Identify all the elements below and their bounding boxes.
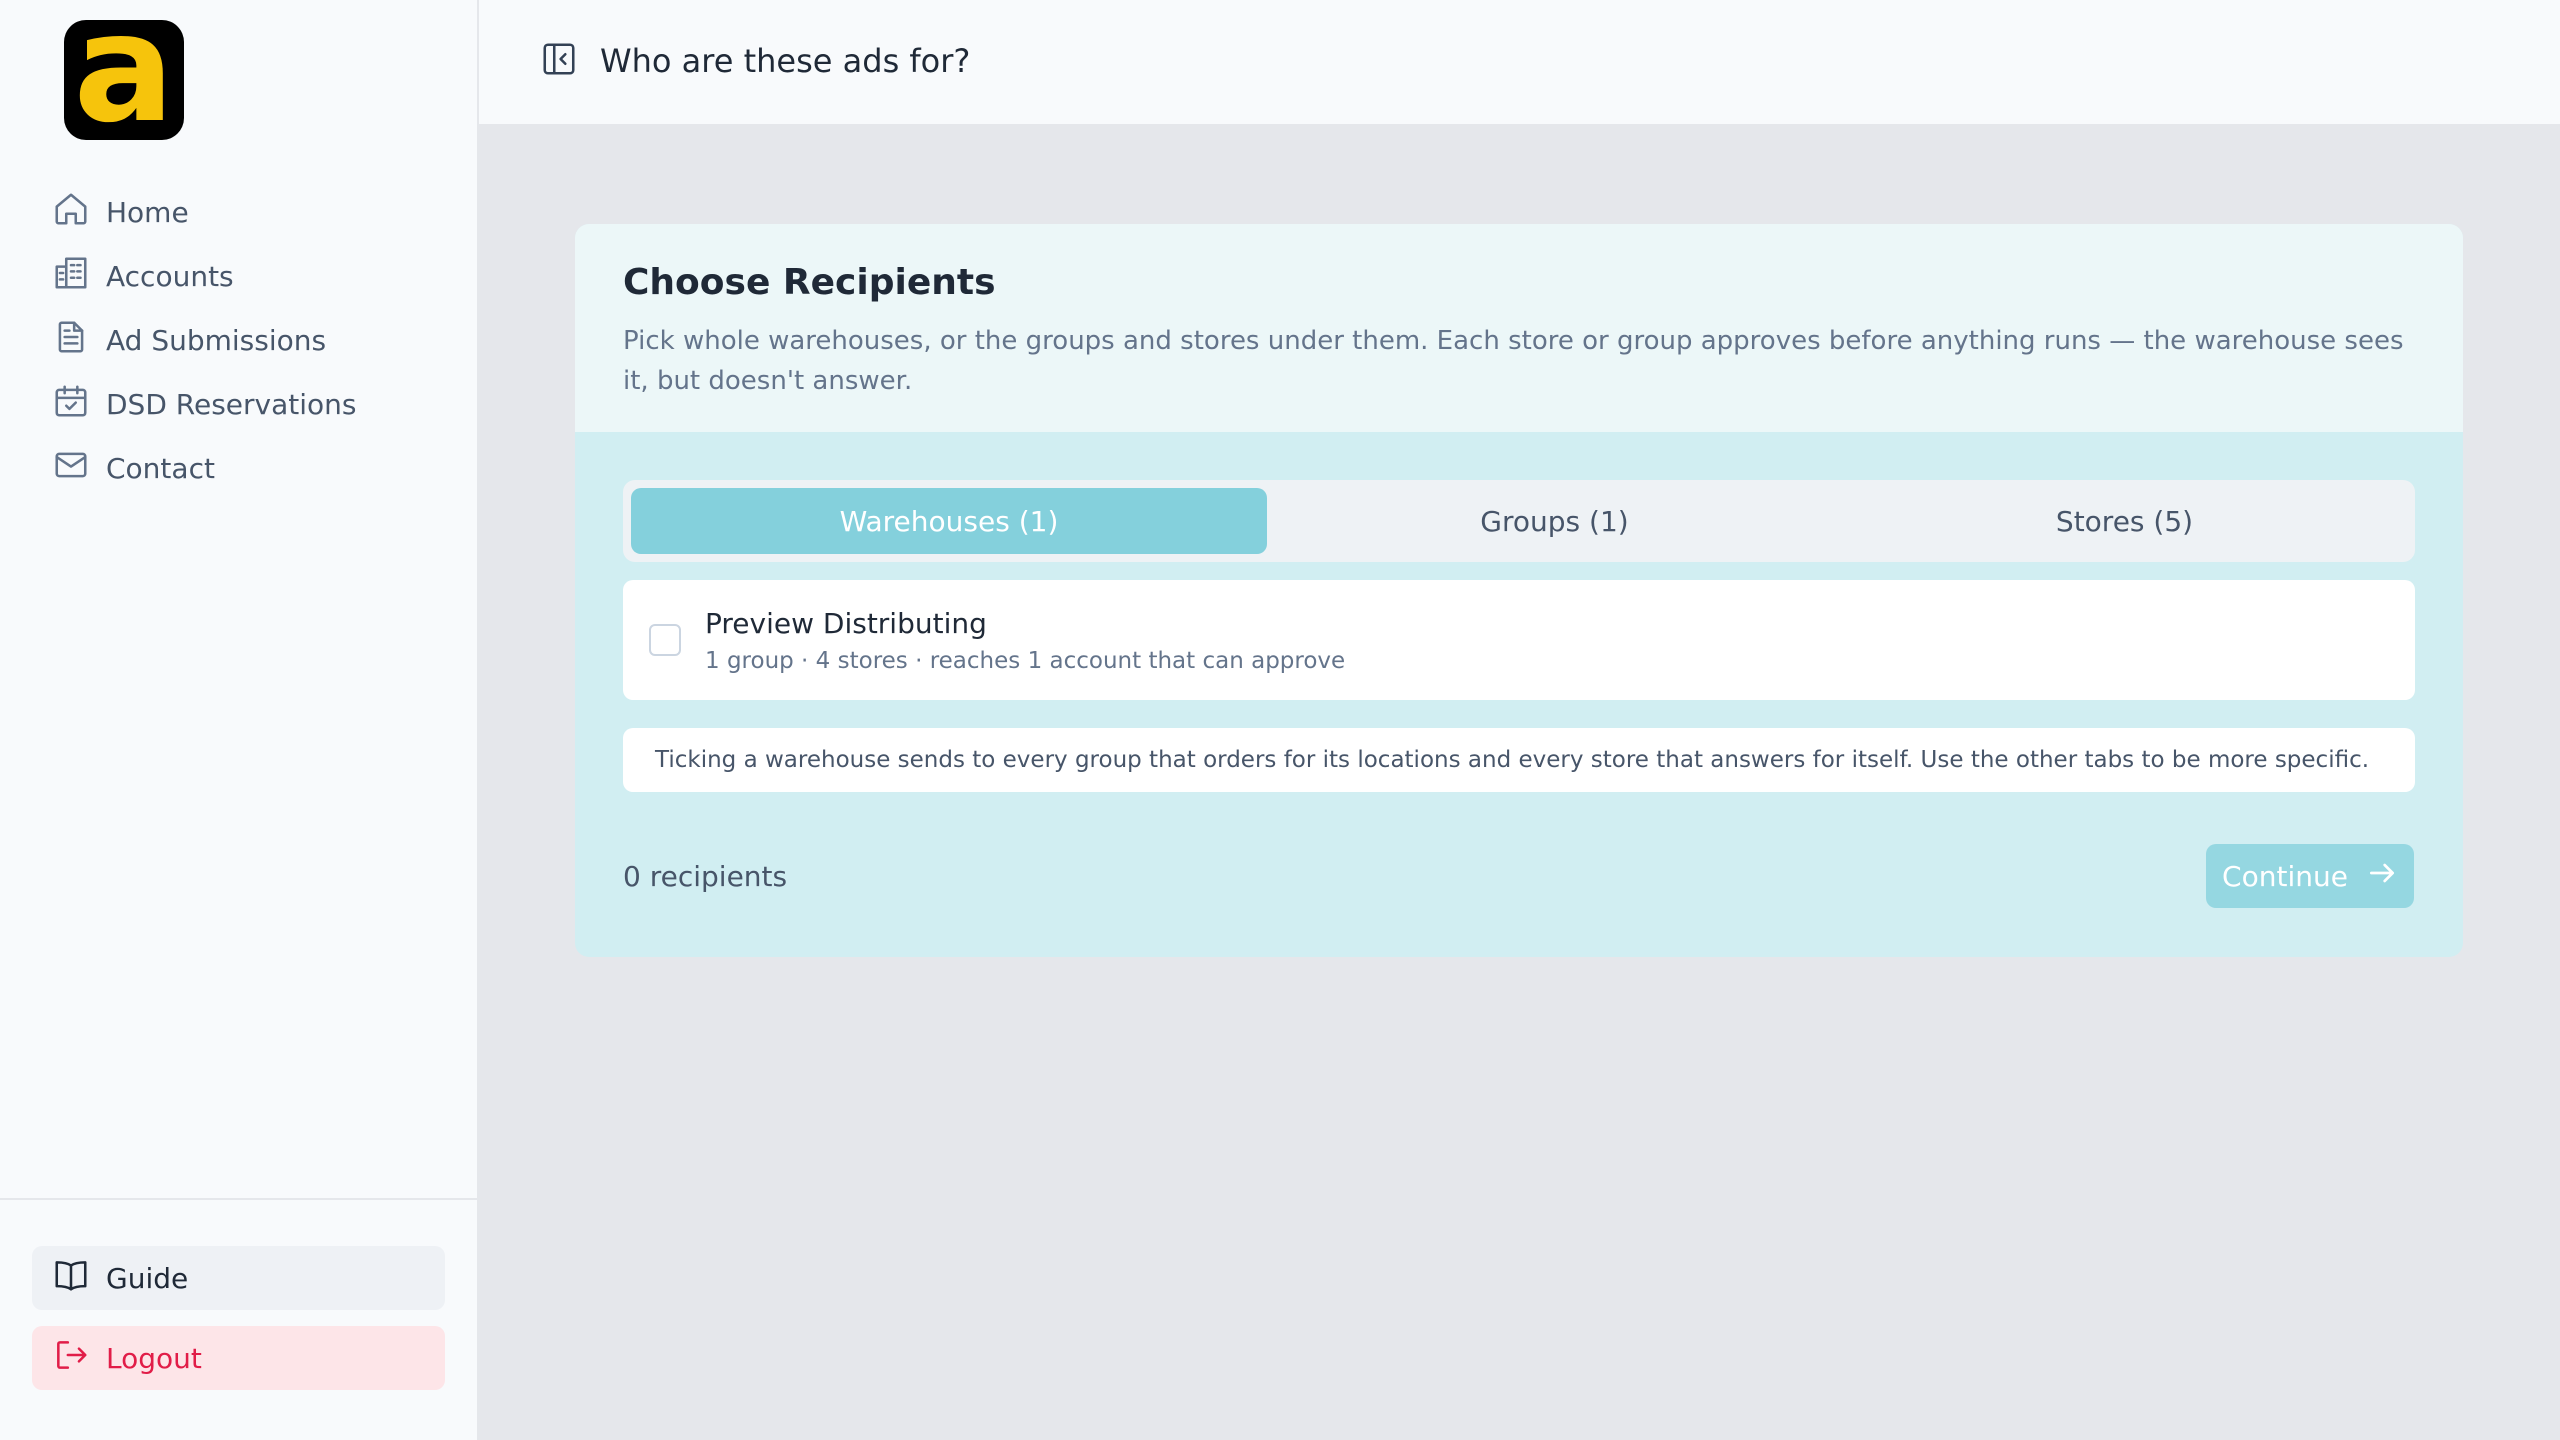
page-title: Who are these ads for? [600, 42, 971, 80]
logout-label: Logout [106, 1341, 202, 1375]
warehouse-meta: 1 group · 4 stores · reaches 1 account t… [705, 647, 1346, 674]
sidebar-item-label: Contact [106, 451, 215, 485]
building-icon [52, 254, 90, 299]
sidebar-toggle-icon[interactable] [540, 40, 578, 82]
sidebar-item-label: Home [106, 195, 189, 229]
calendar-check-icon [52, 382, 90, 427]
recipient-count: 0 recipients [623, 860, 788, 893]
list-item[interactable]: Preview Distributing 1 group · 4 stores … [623, 580, 2415, 700]
sidebar-footer: Guide Logout [0, 1198, 477, 1440]
info-note: Ticking a warehouse sends to every group… [623, 728, 2415, 792]
home-icon [52, 190, 90, 235]
arrow-right-icon [2366, 857, 2398, 896]
guide-label: Guide [106, 1261, 189, 1295]
tab-stores[interactable]: Stores (5) [1842, 488, 2407, 554]
continue-label: Continue [2222, 859, 2348, 893]
logout-icon [52, 1336, 90, 1381]
list-item-text: Preview Distributing 1 group · 4 stores … [705, 607, 1345, 674]
logo-letter: a [73, 20, 175, 140]
sidebar-item-label: DSD Reservations [106, 387, 357, 421]
mail-icon [52, 446, 90, 491]
sidebar-item-ad-submissions[interactable]: Ad Submissions [52, 308, 452, 372]
main-content: Choose Recipients Pick whole warehouses,… [479, 126, 2560, 1440]
sidebar-item-dsd-reservations[interactable]: DSD Reservations [52, 372, 452, 436]
card-description: Pick whole warehouses, or the groups and… [623, 326, 2404, 396]
card-title: Choose Recipients [623, 262, 996, 303]
top-bar: Who are these ads for? [479, 0, 2560, 126]
document-icon [52, 318, 90, 363]
book-icon [52, 1256, 90, 1301]
warehouse-name: Preview Distributing [705, 606, 987, 640]
warehouse-checkbox[interactable] [649, 624, 681, 656]
sidebar: a Home Accounts Ad Submissions DSD Reser… [0, 0, 479, 1440]
guide-button[interactable]: Guide [32, 1246, 445, 1310]
sidebar-item-home[interactable]: Home [52, 180, 452, 244]
recipient-tabs: Warehouses (1) Groups (1) Stores (5) [623, 480, 2415, 562]
sidebar-item-label: Accounts [106, 259, 234, 293]
app-logo[interactable]: a [64, 20, 184, 140]
tab-groups[interactable]: Groups (1) [1267, 488, 1842, 554]
logout-button[interactable]: Logout [32, 1326, 445, 1390]
tab-warehouses[interactable]: Warehouses (1) [631, 488, 1267, 554]
sidebar-nav: Home Accounts Ad Submissions DSD Reserva… [52, 180, 452, 500]
sidebar-item-label: Ad Submissions [106, 323, 327, 357]
choose-recipients-card: Choose Recipients Pick whole warehouses,… [575, 224, 2463, 957]
card-header: Choose Recipients Pick whole warehouses,… [575, 224, 2463, 432]
sidebar-item-contact[interactable]: Contact [52, 436, 452, 500]
sidebar-item-accounts[interactable]: Accounts [52, 244, 452, 308]
continue-button[interactable]: Continue [2206, 844, 2414, 908]
